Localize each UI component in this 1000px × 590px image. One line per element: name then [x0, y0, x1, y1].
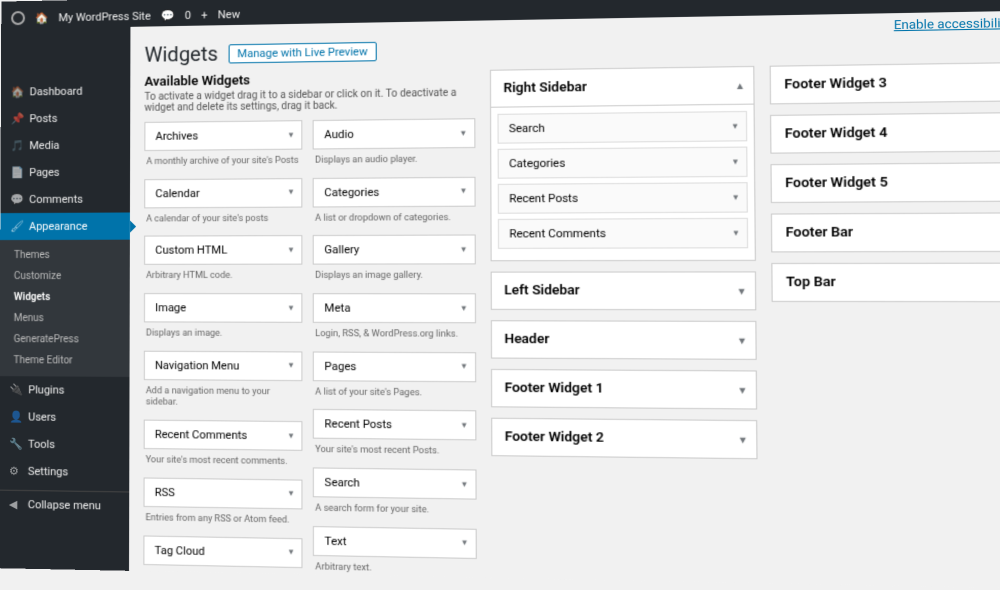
site-name[interactable]: My WordPress Site	[58, 9, 150, 24]
widget-area[interactable]: Footer Widget 2	[491, 418, 758, 460]
pin-icon: 📌	[11, 112, 24, 125]
widget-area[interactable]: Left Sidebar	[490, 271, 756, 310]
plus-icon[interactable]: +	[201, 8, 207, 21]
sub-widgets[interactable]: Widgets	[0, 287, 130, 308]
widget-area[interactable]: Footer Widget 1	[491, 369, 758, 410]
widget-description: Arbitrary HTML code.	[144, 267, 303, 293]
widget-area-content: SearchCategoriesRecent Posts Recent Comme…	[490, 105, 757, 262]
widget-description: Displays an image.	[144, 324, 303, 351]
widget-area[interactable]: Footer Widget 3	[770, 62, 1000, 105]
sub-generatepress[interactable]: GeneratePress	[0, 329, 130, 351]
widget-description: A search form for your site.	[313, 499, 476, 528]
comments-count[interactable]: 0	[185, 8, 191, 21]
available-widget[interactable]: Custom HTML	[144, 235, 303, 265]
widget-description: A list or dropdown of categories.	[313, 208, 475, 235]
widget-description: A cloud of your most used tags.	[143, 567, 303, 590]
content-area: Widgets Manage with Live Preview Availab…	[129, 10, 1000, 589]
sub-themes[interactable]: Themes	[0, 245, 130, 266]
available-widget[interactable]: Calendar	[144, 178, 302, 208]
available-widgets-title: Available Widgets	[145, 70, 475, 90]
admin-sidebar: 🏠Dashboard 📌Posts 🎵Media 📄Pages 💬Comment…	[0, 27, 131, 571]
sub-customize[interactable]: Customize	[0, 266, 130, 287]
sidebar-item-posts[interactable]: 📌Posts	[1, 104, 131, 132]
sidebar-item-dashboard[interactable]: 🏠Dashboard	[1, 77, 131, 106]
sidebar-collapse[interactable]: ◀Collapse menu	[0, 490, 129, 520]
active-widget[interactable]: Categories	[497, 147, 748, 179]
available-widget[interactable]: Search	[313, 468, 476, 500]
available-widget[interactable]: Meta	[313, 293, 476, 323]
available-widget[interactable]: Recent Posts	[313, 409, 476, 441]
page-title: Widgets	[145, 41, 218, 66]
widget-description: Entries from any RSS or Atom feed.	[143, 509, 302, 538]
media-icon: 🎵	[11, 139, 24, 152]
collapse-icon: ◀	[9, 498, 22, 511]
wordpress-icon[interactable]	[11, 11, 25, 25]
widget-description: Your site's most recent comments.	[144, 451, 303, 479]
live-preview-button[interactable]: Manage with Live Preview	[228, 41, 377, 63]
widget-area[interactable]: Header	[490, 320, 757, 360]
comment-icon: 💬	[10, 193, 23, 206]
widget-area[interactable]: Right Sidebar	[490, 66, 755, 108]
available-widgets-desc: To activate a widget drag it to a sideba…	[144, 87, 474, 113]
widget-description: Displays an image gallery.	[313, 267, 476, 294]
widget-area[interactable]: Footer Widget 5	[771, 162, 1000, 203]
available-widget[interactable]: Image	[144, 293, 303, 323]
appearance-submenu: Themes Customize Widgets Menus GenerateP…	[0, 240, 130, 377]
widget-description: A monthly archive of your site's Posts	[144, 152, 302, 179]
sidebar-item-media[interactable]: 🎵Media	[1, 131, 131, 159]
sidebar-item-appearance[interactable]: 🖌Appearance	[0, 212, 130, 240]
sidebar-item-settings[interactable]: ⚙Settings	[0, 457, 129, 486]
page-icon: 📄	[10, 166, 23, 179]
widget-area[interactable]: Footer Widget 4	[770, 112, 1000, 154]
sidebar-item-comments[interactable]: 💬Comments	[0, 185, 130, 213]
available-widget[interactable]: RSS	[144, 477, 303, 509]
sub-theme-editor[interactable]: Theme Editor	[0, 350, 130, 372]
widget-description: Displays an audio player.	[313, 150, 475, 178]
user-icon: 👤	[9, 410, 22, 423]
widget-description: A calendar of your site's posts	[144, 209, 303, 236]
tool-icon: 🔧	[9, 437, 22, 450]
widget-areas-column-2: Footer Widget 3 Footer Widget 4 Footer Wid…	[770, 62, 1000, 313]
available-widget[interactable]: Gallery	[313, 235, 475, 265]
sidebar-item-plugins[interactable]: 🔌Plugins	[0, 376, 130, 404]
widget-area[interactable]: Top Bar	[772, 263, 1000, 303]
accessibility-mode-link[interactable]: Enable accessibility mode	[894, 15, 1000, 32]
dashboard-icon: 🏠	[11, 85, 24, 98]
available-widget[interactable]: Recent Comments	[144, 420, 303, 451]
brush-icon: 🖌	[10, 220, 23, 233]
active-widget[interactable]: Recent Posts	[497, 182, 748, 214]
active-widget[interactable]: Recent Comments	[498, 218, 749, 249]
available-widget[interactable]: Text	[313, 526, 476, 559]
active-widget[interactable]: Search	[497, 111, 748, 144]
comments-icon[interactable]: 💬	[161, 9, 175, 22]
widget-description: Add a navigation menu to your sidebar.	[144, 382, 303, 421]
available-widget[interactable]: Tag Cloud	[143, 535, 302, 568]
sidebar-item-pages[interactable]: 📄Pages	[0, 158, 130, 186]
available-widget[interactable]: Categories	[313, 176, 475, 207]
available-widgets-column-1: ArchivesA monthly archive of your site's…	[143, 120, 303, 589]
widget-description: Your site's most recent Posts.	[313, 441, 476, 469]
available-widget[interactable]: Navigation Menu	[144, 350, 303, 380]
new-label[interactable]: New	[218, 7, 240, 20]
widget-description: Login, RSS, & WordPress.org links.	[313, 325, 476, 352]
widget-description: A list of your site's Pages.	[313, 383, 476, 411]
widget-areas-column-1: Right SidebarSearchCategoriesRecent Post…	[490, 66, 758, 470]
available-widget[interactable]: Pages	[313, 351, 476, 382]
sidebar-item-users[interactable]: 👤Users	[0, 403, 130, 431]
available-widget[interactable]: Archives	[144, 120, 302, 151]
widget-area[interactable]: Footer Bar	[771, 212, 1000, 252]
available-widget[interactable]: Audio	[313, 118, 475, 149]
sidebar-item-tools[interactable]: 🔧Tools	[0, 430, 130, 459]
sub-menus[interactable]: Menus	[0, 308, 130, 329]
home-icon[interactable]: 🏠	[35, 11, 49, 24]
widget-description: Arbitrary text.	[313, 558, 476, 588]
plugin-icon: 🔌	[9, 383, 22, 396]
available-widgets-column-2: AudioDisplays an audio player.Categories…	[313, 118, 477, 589]
settings-icon: ⚙	[9, 465, 22, 478]
